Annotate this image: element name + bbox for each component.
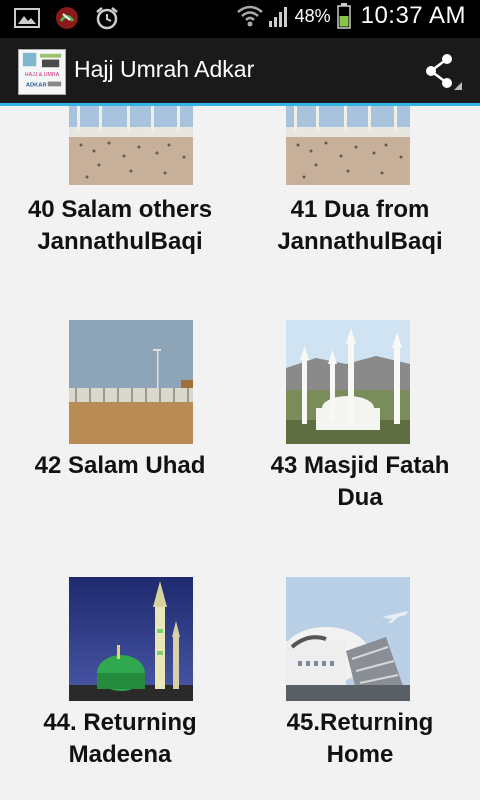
action-bar: HAJJ & UMRA ADKAR Hajj Umrah Adkar: [0, 38, 480, 106]
grid-item-45[interactable]: 45.Returning Home: [240, 577, 480, 777]
battery-percent: 48%: [294, 5, 331, 26]
item-title-line1: 43 Masjid Fatah: [270, 452, 450, 479]
item-thumbnail: [286, 320, 410, 444]
app-logo[interactable]: HAJJ & UMRA ADKAR: [18, 49, 66, 95]
alarm-icon: [96, 7, 118, 30]
grid-item-41[interactable]: 41 Dua from JannathulBaqi: [240, 106, 480, 266]
item-title-line1: 42 Salam Uhad: [34, 452, 206, 479]
item-thumbnail: [69, 106, 193, 185]
battery-icon: [336, 3, 351, 29]
clock: 10:37 AM: [360, 2, 466, 29]
item-title-line1: 45.Returning: [286, 709, 434, 736]
gallery-icon: [14, 8, 40, 28]
signal-icon: [268, 7, 287, 27]
item-title-line2: Madeena: [68, 741, 172, 768]
grid-item-44[interactable]: 44. Returning Madeena: [0, 577, 240, 777]
app-logo-text-1: HAJJ & UMRA: [25, 72, 60, 78]
missed-call-icon: [56, 7, 78, 29]
item-title-line2: JannathulBaqi: [37, 228, 203, 255]
grid-item-43[interactable]: 43 Masjid Fatah Dua: [240, 320, 480, 511]
adkar-grid: 40 Salam others JannathulBaqi 41 Dua fro…: [0, 106, 480, 800]
app-title: Hajj Umrah Adkar: [74, 56, 255, 82]
item-title-line1: 41 Dua from: [290, 196, 430, 223]
app-logo-text-2: ADKAR: [26, 82, 48, 88]
item-thumbnail: [286, 106, 410, 185]
item-thumbnail: [69, 320, 193, 444]
grid-item-40[interactable]: 40 Salam others JannathulBaqi: [0, 106, 240, 266]
item-title-line2: Dua: [337, 484, 383, 511]
item-title-line2: Home: [326, 741, 394, 768]
share-icon[interactable]: [420, 52, 464, 92]
item-thumbnail: [286, 577, 410, 701]
wifi-icon: [236, 5, 263, 27]
item-title-line1: 44. Returning: [43, 709, 197, 736]
item-title-line2: JannathulBaqi: [277, 228, 443, 255]
grid-item-42[interactable]: 42 Salam Uhad: [0, 320, 240, 500]
item-thumbnail: [69, 577, 193, 701]
status-bar: 48% 10:37 AM: [0, 0, 480, 38]
item-title-line1: 40 Salam others: [27, 196, 213, 223]
